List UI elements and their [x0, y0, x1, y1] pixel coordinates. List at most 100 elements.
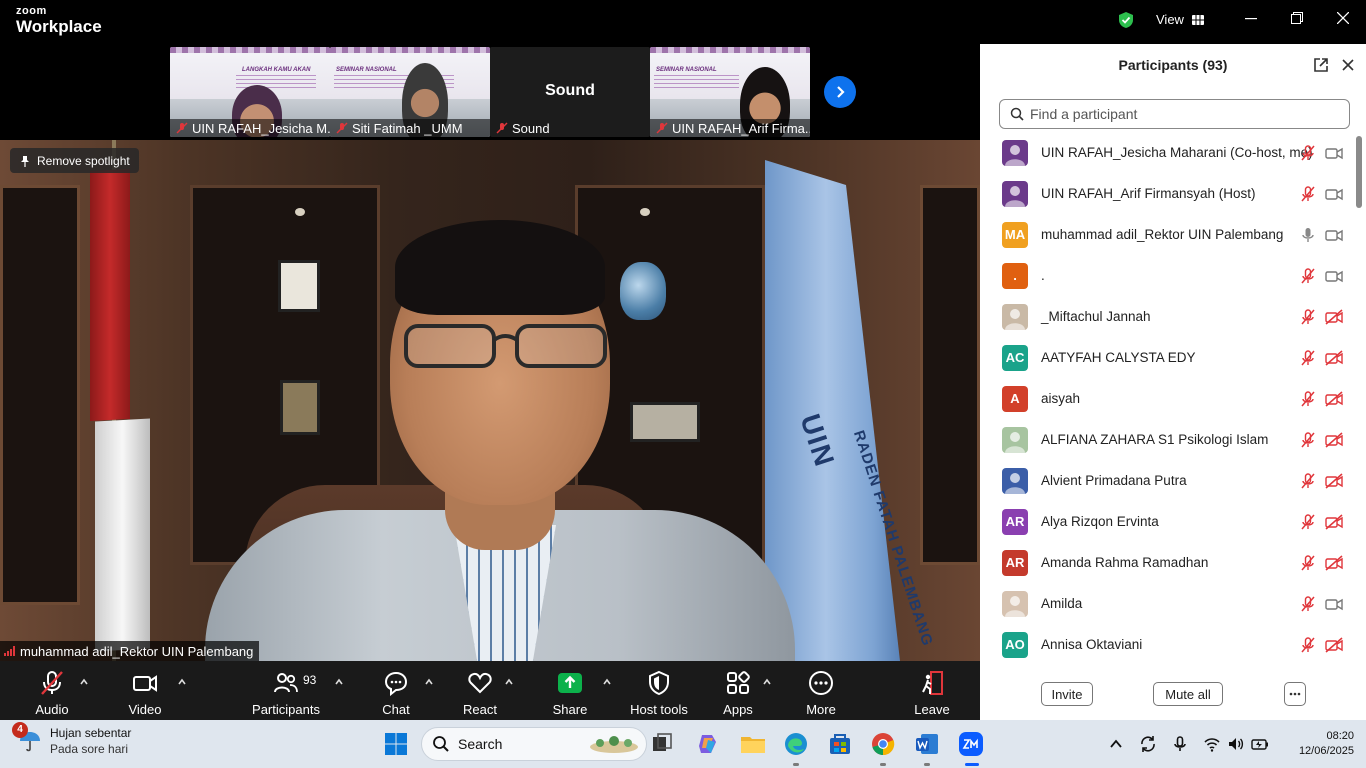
leave-button[interactable]: Leave — [910, 661, 954, 720]
thumbnail-arif[interactable]: SEMINAR NASIONAL UIN RAFAH_Arif Firma... — [650, 47, 810, 137]
mic-muted-icon[interactable] — [1300, 636, 1316, 653]
chat-options-caret[interactable] — [424, 677, 434, 687]
participant-row[interactable]: UIN RAFAH_Jesicha Maharani (Co-host, me) — [980, 132, 1354, 173]
participant-row[interactable]: Alvient Primadana Putra — [980, 460, 1354, 501]
camera-icon[interactable] — [1325, 145, 1343, 161]
mic-muted-icon[interactable] — [1300, 472, 1316, 489]
mic-muted-icon[interactable] — [1300, 349, 1316, 366]
mic-muted-icon[interactable] — [1300, 595, 1316, 612]
view-button[interactable]: View — [1156, 12, 1204, 27]
mic-muted-icon[interactable] — [1300, 185, 1316, 202]
camera-icon[interactable] — [1325, 596, 1343, 612]
mic-active-icon[interactable] — [1300, 227, 1316, 243]
participant-search[interactable] — [999, 99, 1350, 129]
encryption-shield-icon[interactable] — [1117, 11, 1135, 29]
close-panel-icon[interactable] — [1340, 57, 1356, 73]
camera-off-icon[interactable] — [1325, 431, 1343, 448]
participants-button[interactable]: Participants — [252, 661, 320, 720]
panel-more-button[interactable] — [1284, 682, 1306, 706]
battery-icon[interactable] — [1251, 735, 1269, 753]
mic-muted-icon[interactable] — [1300, 144, 1316, 161]
camera-off-icon[interactable] — [1325, 390, 1343, 407]
microsoft-store-icon[interactable] — [826, 730, 854, 758]
mic-muted-icon[interactable] — [1300, 554, 1316, 571]
video-button[interactable]: Video — [122, 661, 168, 720]
participant-row[interactable]: .. — [980, 255, 1354, 296]
camera-off-icon[interactable] — [1325, 472, 1343, 489]
wifi-icon[interactable] — [1203, 735, 1221, 753]
sync-icon[interactable] — [1139, 735, 1157, 753]
camera-icon[interactable] — [1325, 268, 1343, 284]
zoom-app-icon[interactable] — [957, 730, 985, 758]
thumbnail-sound[interactable]: Sound Sound — [490, 47, 650, 137]
participant-row[interactable]: Aaisyah — [980, 378, 1354, 419]
slide-body-lines — [654, 75, 739, 89]
participant-list-scroll-thumb[interactable] — [1356, 136, 1362, 208]
camera-icon[interactable] — [1325, 186, 1343, 202]
camera-icon[interactable] — [1325, 227, 1343, 243]
mic-muted-icon[interactable] — [1300, 267, 1316, 284]
restore-icon[interactable] — [1287, 10, 1307, 30]
chevron-up-icon[interactable] — [1107, 735, 1125, 753]
volume-icon[interactable] — [1227, 735, 1245, 753]
popout-icon[interactable] — [1313, 57, 1329, 73]
participant-row[interactable]: UIN RAFAH_Arif Firmansyah (Host) — [980, 173, 1354, 214]
video-options-caret[interactable] — [177, 677, 187, 687]
edge-browser-icon[interactable] — [782, 730, 810, 758]
share-button[interactable]: Share — [548, 661, 592, 720]
apps-options-caret[interactable] — [762, 677, 772, 687]
react-button[interactable]: React — [458, 661, 502, 720]
more-button[interactable]: More — [799, 661, 843, 720]
copilot-icon[interactable] — [694, 730, 722, 758]
more-label: More — [806, 702, 836, 717]
participant-row[interactable]: Amilda — [980, 583, 1354, 624]
main-video-spotlight[interactable]: UIN RADEN FATAH PALEMBANG — [0, 140, 980, 661]
camera-off-icon[interactable] — [1325, 513, 1343, 530]
word-icon[interactable] — [913, 730, 941, 758]
invite-button[interactable]: Invite — [1041, 682, 1093, 706]
host-tools-button[interactable]: Host tools — [626, 661, 692, 720]
mic-muted-icon[interactable] — [1300, 390, 1316, 407]
mic-muted-icon[interactable] — [1300, 513, 1316, 530]
camera-off-icon[interactable] — [1325, 636, 1343, 653]
participant-row[interactable]: AR Amanda Rahma Ramadhan — [980, 542, 1354, 583]
thumbnail-jesicha[interactable]: LANGKAH KAMU AKAN UIN RAFAH_Jesicha M... — [170, 47, 330, 137]
thumbnail-siti-fatimah[interactable]: SEMINAR NASIONAL Siti Fatimah _UMM — [330, 47, 490, 137]
chat-bubble-icon — [384, 671, 408, 696]
minimize-icon[interactable] — [1241, 10, 1261, 30]
participant-row[interactable]: AO Annisa Oktaviani — [980, 624, 1354, 665]
weather-widget[interactable]: Hujan sebentar Pada sore hari — [18, 726, 131, 756]
system-clock[interactable]: 08:20 12/06/2025 — [1299, 729, 1354, 759]
chat-button[interactable]: Chat — [374, 661, 418, 720]
mic-muted-icon[interactable] — [1300, 308, 1316, 325]
taskbar-search[interactable]: Search — [421, 727, 647, 761]
next-page-button[interactable] — [824, 76, 856, 108]
task-view-icon[interactable] — [648, 730, 676, 758]
mic-muted-icon — [496, 122, 508, 134]
participant-row[interactable]: AC AATYFAH CALYSTA EDY — [980, 337, 1354, 378]
participant-list-scrollbar[interactable] — [1356, 132, 1362, 665]
camera-off-icon[interactable] — [1325, 308, 1343, 325]
participant-search-input[interactable] — [1030, 106, 1330, 122]
participant-row[interactable]: AR Alya Rizqon Ervinta — [980, 501, 1354, 542]
apps-button[interactable]: Apps — [716, 661, 760, 720]
participant-row[interactable]: _Miftachul Jannah — [980, 296, 1354, 337]
remove-spotlight-button[interactable]: Remove spotlight — [10, 148, 139, 173]
share-options-caret[interactable] — [602, 677, 612, 687]
mic-muted-icon[interactable] — [1300, 431, 1316, 448]
close-window-icon[interactable] — [1333, 10, 1353, 30]
camera-off-icon[interactable] — [1325, 554, 1343, 571]
participant-row[interactable]: MA muhammad adil_Rektor UIN Palembang — [980, 214, 1354, 255]
windows-start-icon[interactable] — [382, 730, 410, 758]
audio-options-caret[interactable] — [79, 677, 89, 687]
chrome-icon[interactable] — [869, 730, 897, 758]
file-explorer-icon[interactable] — [739, 730, 767, 758]
camera-off-icon[interactable] — [1325, 349, 1343, 366]
participant-row[interactable]: ALFIANA ZAHARA S1 Psikologi Islam — [980, 419, 1354, 460]
participants-options-caret[interactable] — [334, 677, 344, 687]
mute-all-button[interactable]: Mute all — [1153, 682, 1223, 706]
react-options-caret[interactable] — [504, 677, 514, 687]
audio-button[interactable]: Audio — [28, 661, 76, 720]
participant-list: UIN RAFAH_Jesicha Maharani (Co-host, me)… — [980, 132, 1354, 665]
microphone-icon[interactable] — [1171, 735, 1189, 753]
